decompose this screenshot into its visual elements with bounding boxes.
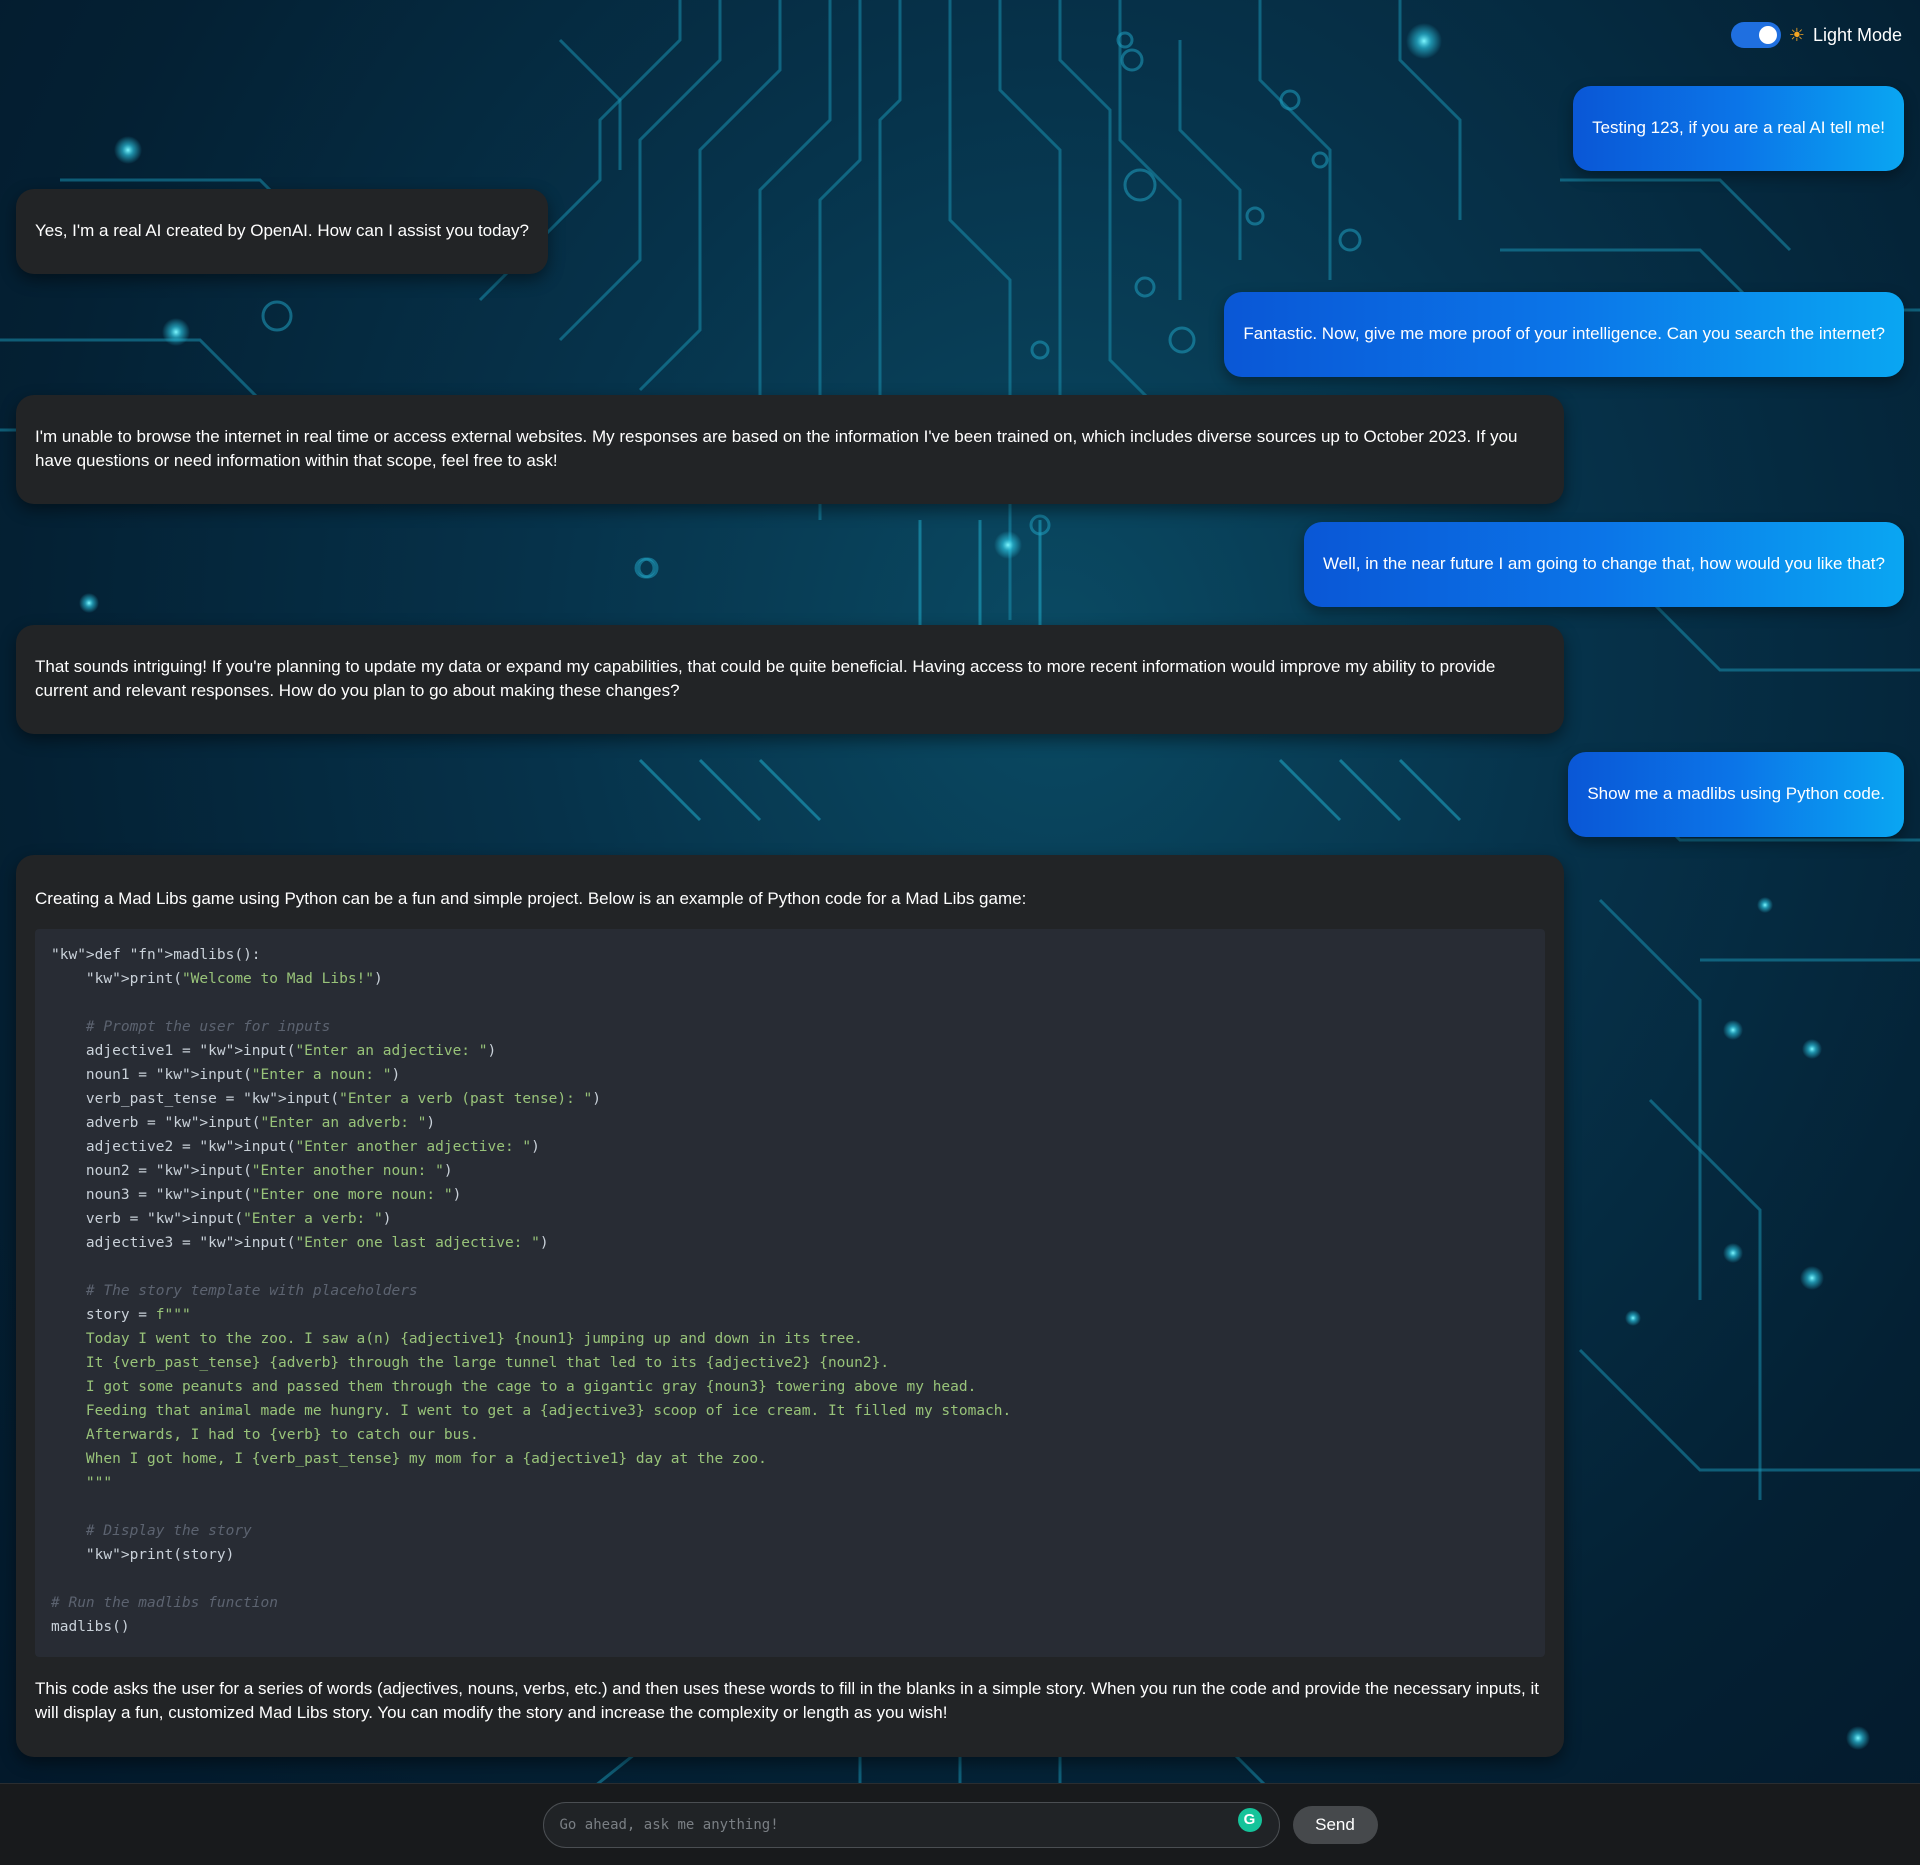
code-line: adjective1 = "kw">input("Enter an adject…: [51, 1043, 497, 1059]
code-line: # The story template with placeholders: [51, 1283, 418, 1299]
code-line: noun2 = "kw">input("Enter another noun: …: [51, 1163, 453, 1179]
code-line: verb_past_tense = "kw">input("Enter a ve…: [51, 1091, 601, 1107]
code-block: "kw">def "fn">madlibs(): "kw">print("Wel…: [35, 929, 1545, 1657]
code-line: # Run the madlibs function: [51, 1595, 278, 1611]
user-message: Show me a madlibs using Python code.: [1568, 752, 1904, 837]
code-line: adjective2 = "kw">input("Enter another a…: [51, 1139, 540, 1155]
code-line: Feeding that animal made me hungry. I we…: [51, 1403, 1012, 1419]
composer-bar: G Send: [0, 1783, 1920, 1865]
chat-thread: Testing 123, if you are a real AI tell m…: [16, 86, 1904, 1757]
code-line: noun1 = "kw">input("Enter a noun: "): [51, 1067, 401, 1083]
toggle-switch[interactable]: [1730, 22, 1781, 48]
code-line: "kw">print("Welcome to Mad Libs!"): [85, 971, 383, 987]
code-line: adverb = "kw">input("Enter an adverb: "): [51, 1115, 436, 1131]
assistant-message: I'm unable to browse the internet in rea…: [16, 395, 1564, 504]
composer-input-wrap: G: [542, 1801, 1280, 1848]
assistant-message: That sounds intriguing! If you're planni…: [16, 625, 1564, 734]
sun-icon: ☀: [1788, 25, 1805, 45]
code-line: """: [51, 1475, 113, 1491]
response-outro: This code asks the user for a series of …: [35, 1679, 1540, 1722]
send-button[interactable]: Send: [1292, 1805, 1378, 1844]
code-line: Afterwards, I had to {verb} to catch our…: [51, 1427, 479, 1443]
grammarly-icon[interactable]: G: [1237, 1807, 1262, 1832]
assistant-message: Yes, I'm a real AI created by OpenAI. Ho…: [16, 189, 548, 274]
user-message: Fantastic. Now, give me more proof of yo…: [1224, 292, 1904, 377]
code-line: verb = "kw">input("Enter a verb: "): [51, 1211, 392, 1227]
code-line: I got some peanuts and passed them throu…: [51, 1379, 977, 1395]
response-intro: Creating a Mad Libs game using Python ca…: [35, 889, 1027, 908]
user-message: Well, in the near future I am going to c…: [1304, 522, 1904, 607]
code-line: "kw">print(story): [85, 1547, 235, 1563]
code-line: adjective3 = "kw">input("Enter one last …: [51, 1235, 549, 1251]
code-line: It {verb_past_tense} {adverb} through th…: [51, 1355, 890, 1371]
code-line: "kw">def "fn">madlibs():: [51, 947, 261, 963]
code-line: # Display the story: [51, 1523, 252, 1539]
message-input[interactable]: [542, 1801, 1280, 1848]
code-line: # Prompt the user for inputs: [51, 1019, 331, 1035]
user-message: Testing 123, if you are a real AI tell m…: [1573, 86, 1904, 171]
code-line: noun3 = "kw">input("Enter one more noun:…: [51, 1187, 462, 1203]
code-line: Today I went to the zoo. I saw a(n) {adj…: [51, 1331, 863, 1347]
assistant-message-code: Creating a Mad Libs game using Python ca…: [16, 855, 1564, 1757]
code-line: story = f""": [51, 1307, 191, 1323]
theme-toggle[interactable]: ☀ Light Mode: [1730, 22, 1902, 48]
theme-toggle-label: Light Mode: [1812, 24, 1902, 45]
code-line: madlibs(): [51, 1619, 130, 1635]
toggle-knob: [1758, 26, 1777, 44]
code-line: When I got home, I {verb_past_tense} my …: [51, 1451, 767, 1467]
